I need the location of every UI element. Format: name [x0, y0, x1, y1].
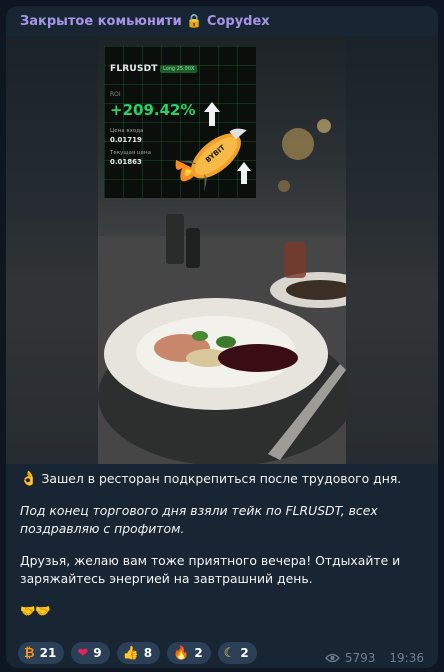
moon-icon: ☾: [223, 645, 236, 661]
message-text: 👌 Зашел в ресторан подкрепиться после тру…: [20, 470, 428, 634]
message-time: 19:36: [389, 651, 424, 665]
eye-icon: [324, 653, 340, 663]
message-photo[interactable]: FLRUSDT Long 25.00X ROI +209.42% Цена вх…: [6, 36, 438, 464]
restaurant-photo: FLRUSDT Long 25.00X ROI +209.42% Цена вх…: [98, 36, 346, 464]
message-meta: 5793 19:36: [324, 651, 424, 665]
photo-blur-left: [6, 36, 98, 464]
reaction-count: 9: [93, 646, 102, 660]
reaction-count: 2: [240, 646, 249, 660]
reaction-count: 21: [39, 646, 57, 660]
reaction-count: 8: [143, 646, 153, 660]
message-line-4: 🤝🤝: [20, 603, 51, 618]
message-line-1: 👌 Зашел в ресторан подкрепиться после тру…: [20, 470, 428, 488]
reaction-heart[interactable]: ❤ 9: [71, 642, 110, 664]
heart-icon: ❤: [77, 645, 89, 661]
reaction-moon[interactable]: ☾ 2: [217, 642, 257, 664]
reactions-bar: ₿ 21 ❤ 9 👍 8 🔥 2 ☾ 2: [18, 642, 257, 664]
rocket-icon: [175, 102, 251, 192]
photo-blur-right: [346, 36, 438, 464]
line1-text: Зашел в ресторан подкрепиться после труд…: [41, 471, 402, 486]
thumbs-up-icon: 👍: [122, 645, 139, 661]
reaction-thumbs-up[interactable]: 👍 8: [116, 642, 161, 664]
trade-screenshot: FLRUSDT Long 25.00X ROI +209.42% Цена вх…: [104, 46, 256, 198]
bitcoin-icon: ₿: [24, 645, 35, 661]
message-line-3: Друзья, желаю вам тоже приятного вечера!…: [20, 553, 401, 586]
message-card: Закрытое комьюнити 🔒 Copydex FLRUSDT Lon…: [6, 6, 438, 668]
channel-title[interactable]: Закрытое комьюнити 🔒 Copydex: [20, 14, 270, 29]
reaction-bitcoin[interactable]: ₿ 21: [18, 642, 65, 664]
reaction-count: 2: [194, 646, 203, 660]
message-line-2: Под конец торгового дня взяли тейк по FL…: [20, 503, 378, 536]
views-count: 5793: [344, 651, 376, 665]
ok-hand-icon: 👌: [20, 471, 38, 487]
reaction-fire[interactable]: 🔥 2: [167, 642, 211, 664]
channel-name[interactable]: Закрытое комьюнити 🔒 Copydex: [20, 14, 270, 29]
fire-icon: 🔥: [173, 645, 190, 661]
